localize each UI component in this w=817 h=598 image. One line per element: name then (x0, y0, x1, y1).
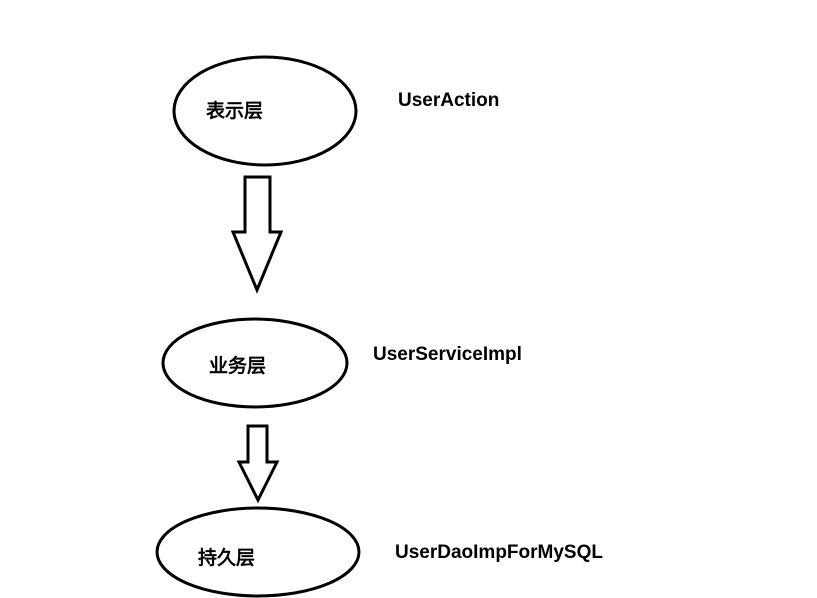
class-label-presentation: UserAction (398, 90, 499, 111)
layer-label-persistence: 持久层 (198, 546, 255, 569)
layer-diagram: 表示层 UserAction 业务层 UserServiceImpl 持久层 U… (155, 55, 603, 598)
class-label-business: UserServiceImpl (373, 344, 522, 365)
down-arrow-1 (230, 175, 284, 294)
layer-node-persistence: 持久层 (155, 506, 361, 598)
layer-label-business: 业务层 (209, 354, 266, 377)
class-label-persistence: UserDaoImpForMySQL (395, 542, 603, 563)
layer-node-presentation: 表示层 (172, 55, 358, 167)
diagram-canvas: 表示层 UserAction 业务层 UserServiceImpl 持久层 U… (0, 0, 817, 598)
down-arrow-2 (236, 424, 280, 504)
layer-label-presentation: 表示层 (206, 99, 263, 122)
layer-node-business: 业务层 (161, 317, 349, 409)
layer-ellipse-persistence (155, 506, 361, 598)
layer-ellipse-presentation (172, 55, 358, 167)
